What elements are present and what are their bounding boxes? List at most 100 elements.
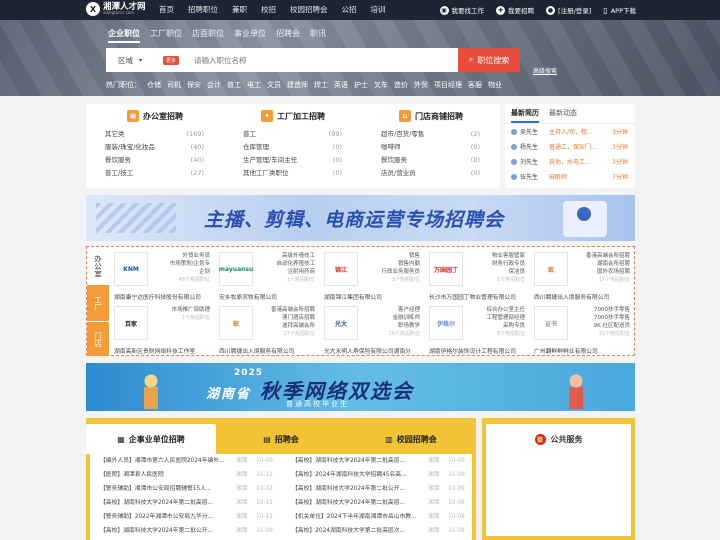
recruitment-item[interactable]: 【医院】湘潭县人民医院 湘潭 10-12 <box>90 468 280 482</box>
company-job[interactable]: 金融训练师 <box>389 314 420 322</box>
company-name[interactable]: 湖南高新区贵财网络科技工作室 <box>114 346 195 355</box>
autumn-fair-banner[interactable]: 2025 湖南省 秋季网络双选会 普通高校毕业生 <box>86 363 635 411</box>
resume-row[interactable]: 吴先生 主持人/司，租... 3分钟 <box>505 124 635 139</box>
recruitment-item[interactable]: 【高校】2024年湖南科技大学招聘45名高... 湘潭 10-09 <box>282 468 472 482</box>
livestream-fair-banner[interactable]: 主播、剪辑、电商运营专场招聘会 <box>86 195 635 241</box>
category-title[interactable]: 办公室招聘 <box>143 111 183 122</box>
tab-campus-fairs[interactable]: ▥ 校园招聘会 <box>346 424 476 454</box>
company-job[interactable]: 外贸业务员 <box>170 252 210 260</box>
company-job[interactable]: 9K 社区配送员 <box>594 322 630 330</box>
tab-store[interactable]: 店面职位 <box>192 28 224 43</box>
tab-latest-resume[interactable]: 最新简历 <box>511 104 539 123</box>
company-job[interactable]: 自动化养殖技工 <box>276 260 315 268</box>
company-job[interactable]: 香港高端会所招聘 <box>586 252 630 260</box>
company-name[interactable]: 光大永明人寿保险有限公司湖南分 <box>324 346 411 355</box>
company-name[interactable]: 湖南伊格尔装饰设计工程有限公司 <box>429 346 516 355</box>
hot-item[interactable]: 护士 <box>354 80 368 90</box>
company-job[interactable]: 物业客服管家 <box>492 252 525 260</box>
hot-item[interactable]: 建造师 <box>287 80 308 90</box>
company-job[interactable]: 湖南会所招聘 <box>586 260 630 268</box>
tab-enterprise[interactable]: 企业职位 <box>108 28 140 43</box>
category-title[interactable]: 门店商铺招聘 <box>415 111 463 122</box>
company-card[interactable]: 百家 市场推广部助理 1个热招职位 湖南高新区贵财网络科技工作室 <box>108 302 212 356</box>
recruitment-item[interactable]: 【高校】湖南科技大学2024年第二批公开... 湘潭 10-09 <box>282 482 472 496</box>
recruitment-item[interactable]: 【高校】湖南科技大学2024年第二批公开... 湘潭 10-09 <box>90 524 280 538</box>
hot-item[interactable]: 客服 <box>468 80 482 90</box>
tab-news[interactable]: 职讯 <box>310 28 326 43</box>
resume-row[interactable]: 刘先生 其他，水电工... 3分钟 <box>505 154 635 169</box>
category-row[interactable]: 生产管理/车间主任 (0) <box>224 154 362 167</box>
company-name[interactable]: 长沙市万国园丁物业管理有限公司 <box>429 292 516 301</box>
nav-public-exam[interactable]: 公招 <box>335 0 364 20</box>
category-row[interactable]: 其它类 (169) <box>86 128 224 141</box>
company-name[interactable]: 广州翻鲜鲜鲜业有限公司 <box>534 346 598 355</box>
company-card[interactable]: 蚁香港高端会所招聘 澳门酒店招聘 迪拜高端会所 17个热招职位 西川聘捷出入境服务有限公… <box>213 302 317 356</box>
category-row[interactable]: 服装/珠宝/化妆品 (40) <box>86 141 224 154</box>
hot-item[interactable]: 叉车 <box>374 80 388 90</box>
company-name[interactable]: 湖南康宁达医疗科技股份有限公司 <box>114 292 201 301</box>
company-job[interactable]: 市场策划/企划专 <box>170 260 210 268</box>
hot-item[interactable]: 焊工 <box>314 80 328 90</box>
category-row[interactable]: 店员/营业员 (0) <box>362 167 500 180</box>
company-job[interactable]: 企划 <box>170 268 210 276</box>
nav-home[interactable]: 首页 <box>152 0 181 20</box>
nav-campus-fair[interactable]: 校园招聘会 <box>283 0 335 20</box>
tab-enterprise-recruitment[interactable]: ▦ 企事业单位招聘 <box>86 424 216 454</box>
company-job[interactable]: 注射用药商 <box>276 268 315 276</box>
hot-item[interactable]: 司机 <box>167 80 181 90</box>
company-job[interactable]: 高级外墙技工 <box>276 252 315 260</box>
company-job[interactable]: 7000扶手零售 <box>594 306 630 314</box>
side-tab-store[interactable]: 门店 <box>87 321 109 356</box>
side-tab-office[interactable]: 办公室 <box>87 247 109 285</box>
search-input[interactable] <box>160 48 458 72</box>
company-job[interactable]: 综合办公室主任 <box>486 306 525 314</box>
hot-item[interactable]: 英语 <box>334 80 348 90</box>
company-card[interactable]: 锦江 销售 销售内勤 行政业务服务员 3个热招职位 湖南锦江集团有限公司 <box>318 248 422 302</box>
company-job[interactable]: 职场教学 <box>389 322 420 330</box>
category-row[interactable]: 超市/百货/零售 (2) <box>362 128 500 141</box>
hot-item[interactable]: 普工 <box>227 80 241 90</box>
hot-item[interactable]: 造价 <box>394 80 408 90</box>
resume-row[interactable]: 伍先生 麻醉师 7分钟 <box>505 169 635 184</box>
nav-parttime[interactable]: 兼职 <box>225 0 254 20</box>
site-logo[interactable]: X 湘潭人才网 xiangtanrc.com <box>86 2 146 16</box>
region-select[interactable]: 区域 ▾ <box>106 55 160 66</box>
tab-institution[interactable]: 事业单位 <box>234 28 266 43</box>
recruitment-item[interactable]: 【高校】湖南科技大学2024年第二批高层... 湘潭 10-09 <box>282 454 472 468</box>
nav-training[interactable]: 培训 <box>364 0 393 20</box>
search-button[interactable]: ⌕ 职位搜索 <box>458 48 520 72</box>
hot-item[interactable]: 物业 <box>488 80 502 90</box>
company-job[interactable]: 7000扶手零售 <box>594 314 630 322</box>
company-job[interactable]: 保洁员 <box>492 268 525 276</box>
company-job[interactable]: 香港高端会所招聘 <box>271 306 315 314</box>
category-row[interactable]: 普工 (99) <box>224 128 362 141</box>
nav-campus[interactable]: 校招 <box>254 0 283 20</box>
company-job[interactable]: 迪拜高端会所 <box>271 322 315 330</box>
category-row[interactable]: 餐饮服务 (40) <box>86 154 224 167</box>
company-card[interactable]: 伊格尔 综合办公室主任 工程管理部经理 采购专员 8个热招职位 湖南伊格尔装饰设计工程有限… <box>423 302 527 356</box>
hire-link[interactable]: ✚ 我要招聘 <box>496 5 534 15</box>
company-name[interactable]: 湖南锦江集团有限公司 <box>324 292 382 301</box>
company-job[interactable]: 行政业务服务员 <box>381 268 420 276</box>
company-job[interactable]: 澳门酒店招聘 <box>271 314 315 322</box>
company-job[interactable]: 销售 <box>381 252 420 260</box>
company-name[interactable]: 安乡牧原农牧有限公司 <box>219 292 277 301</box>
recruitment-item[interactable]: 【机关单位】2024下半年湖南湘潭市岳山市教... 湘潭 10-08 <box>282 510 472 524</box>
recruitment-item[interactable]: 【编外人员】湘潭市第六人民医院2024年编外... 湘潭 10-09 <box>90 454 280 468</box>
resume-row[interactable]: 杨先生 普通工，保安门... 3分钟 <box>505 139 635 154</box>
company-card[interactable]: 蚁香港高端会所招聘 湖南会所招聘 国外农场招聘 17个热招职位 西川聘捷出入境服务有限公… <box>528 248 632 302</box>
company-job[interactable]: 财务行政专员 <box>492 260 525 268</box>
company-card[interactable]: KNM 外贸业务员 市场策划/企划专 企划 46个热招职位 湖南康宁达医疗科技股份有限公司 <box>108 248 212 302</box>
nav-jobs[interactable]: 招聘职位 <box>181 0 225 20</box>
company-job[interactable]: 销售内勤 <box>381 260 420 268</box>
more-region-badge[interactable]: 更多 <box>163 56 180 65</box>
company-job[interactable]: 客户经理 <box>389 306 420 314</box>
side-tab-factory[interactable]: 工厂 <box>87 285 109 321</box>
company-job[interactable]: 工程管理部经理 <box>486 314 525 322</box>
hot-item[interactable]: 仓储 <box>147 80 161 90</box>
tab-factory[interactable]: 工厂职位 <box>150 28 182 43</box>
company-job[interactable]: 市场推广部助理 <box>171 306 210 314</box>
category-row[interactable]: 其他工厂类职位 (0) <box>224 167 362 180</box>
login-link[interactable]: ● [注册/登录] <box>546 5 591 15</box>
hot-item[interactable]: 项目经理 <box>434 80 462 90</box>
